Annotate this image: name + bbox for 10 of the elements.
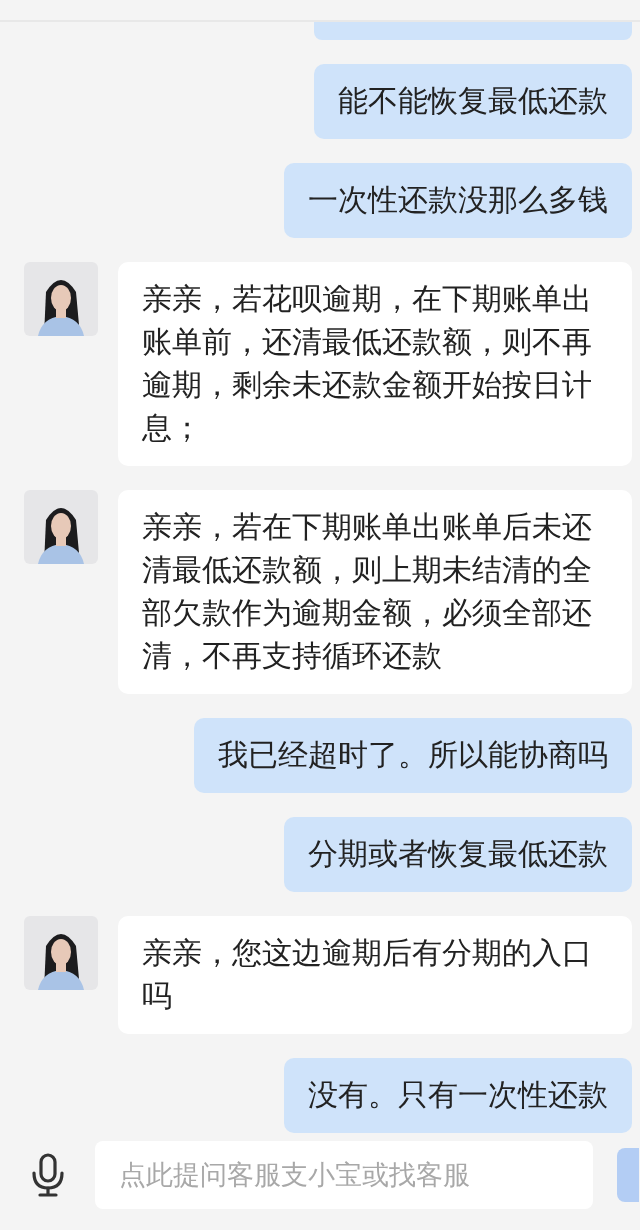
message-bubble: 能不能恢复最低还款 (314, 64, 632, 139)
message-bubble: 分期或者恢复最低还款 (284, 817, 632, 892)
message-bubble: 一次性还款没那么多钱 (284, 163, 632, 238)
input-field[interactable]: 点此提问客服支小宝或找客服 (95, 1140, 593, 1209)
message-bubble: 亲亲，您这边逾期后有分期的入口吗 (118, 916, 632, 1034)
message-bubble: 亲亲，若在下期账单出账单后未还清最低还款额，则上期未结清的全部欠款作为逾期金额，必须全部还清，不再支持循环还款 (118, 490, 632, 694)
message-bubble: 我已经超时了。所以能协商吗 (194, 718, 632, 793)
message-bubble: 没有。只有一次性还款 (284, 1058, 632, 1133)
message-bubble: 亲亲，若花呗逾期，在下期账单出账单前，还清最低还款额，则不再逾期，剩余未还款金额开始按日计息； (118, 262, 632, 466)
microphone-icon[interactable] (31, 1152, 65, 1197)
